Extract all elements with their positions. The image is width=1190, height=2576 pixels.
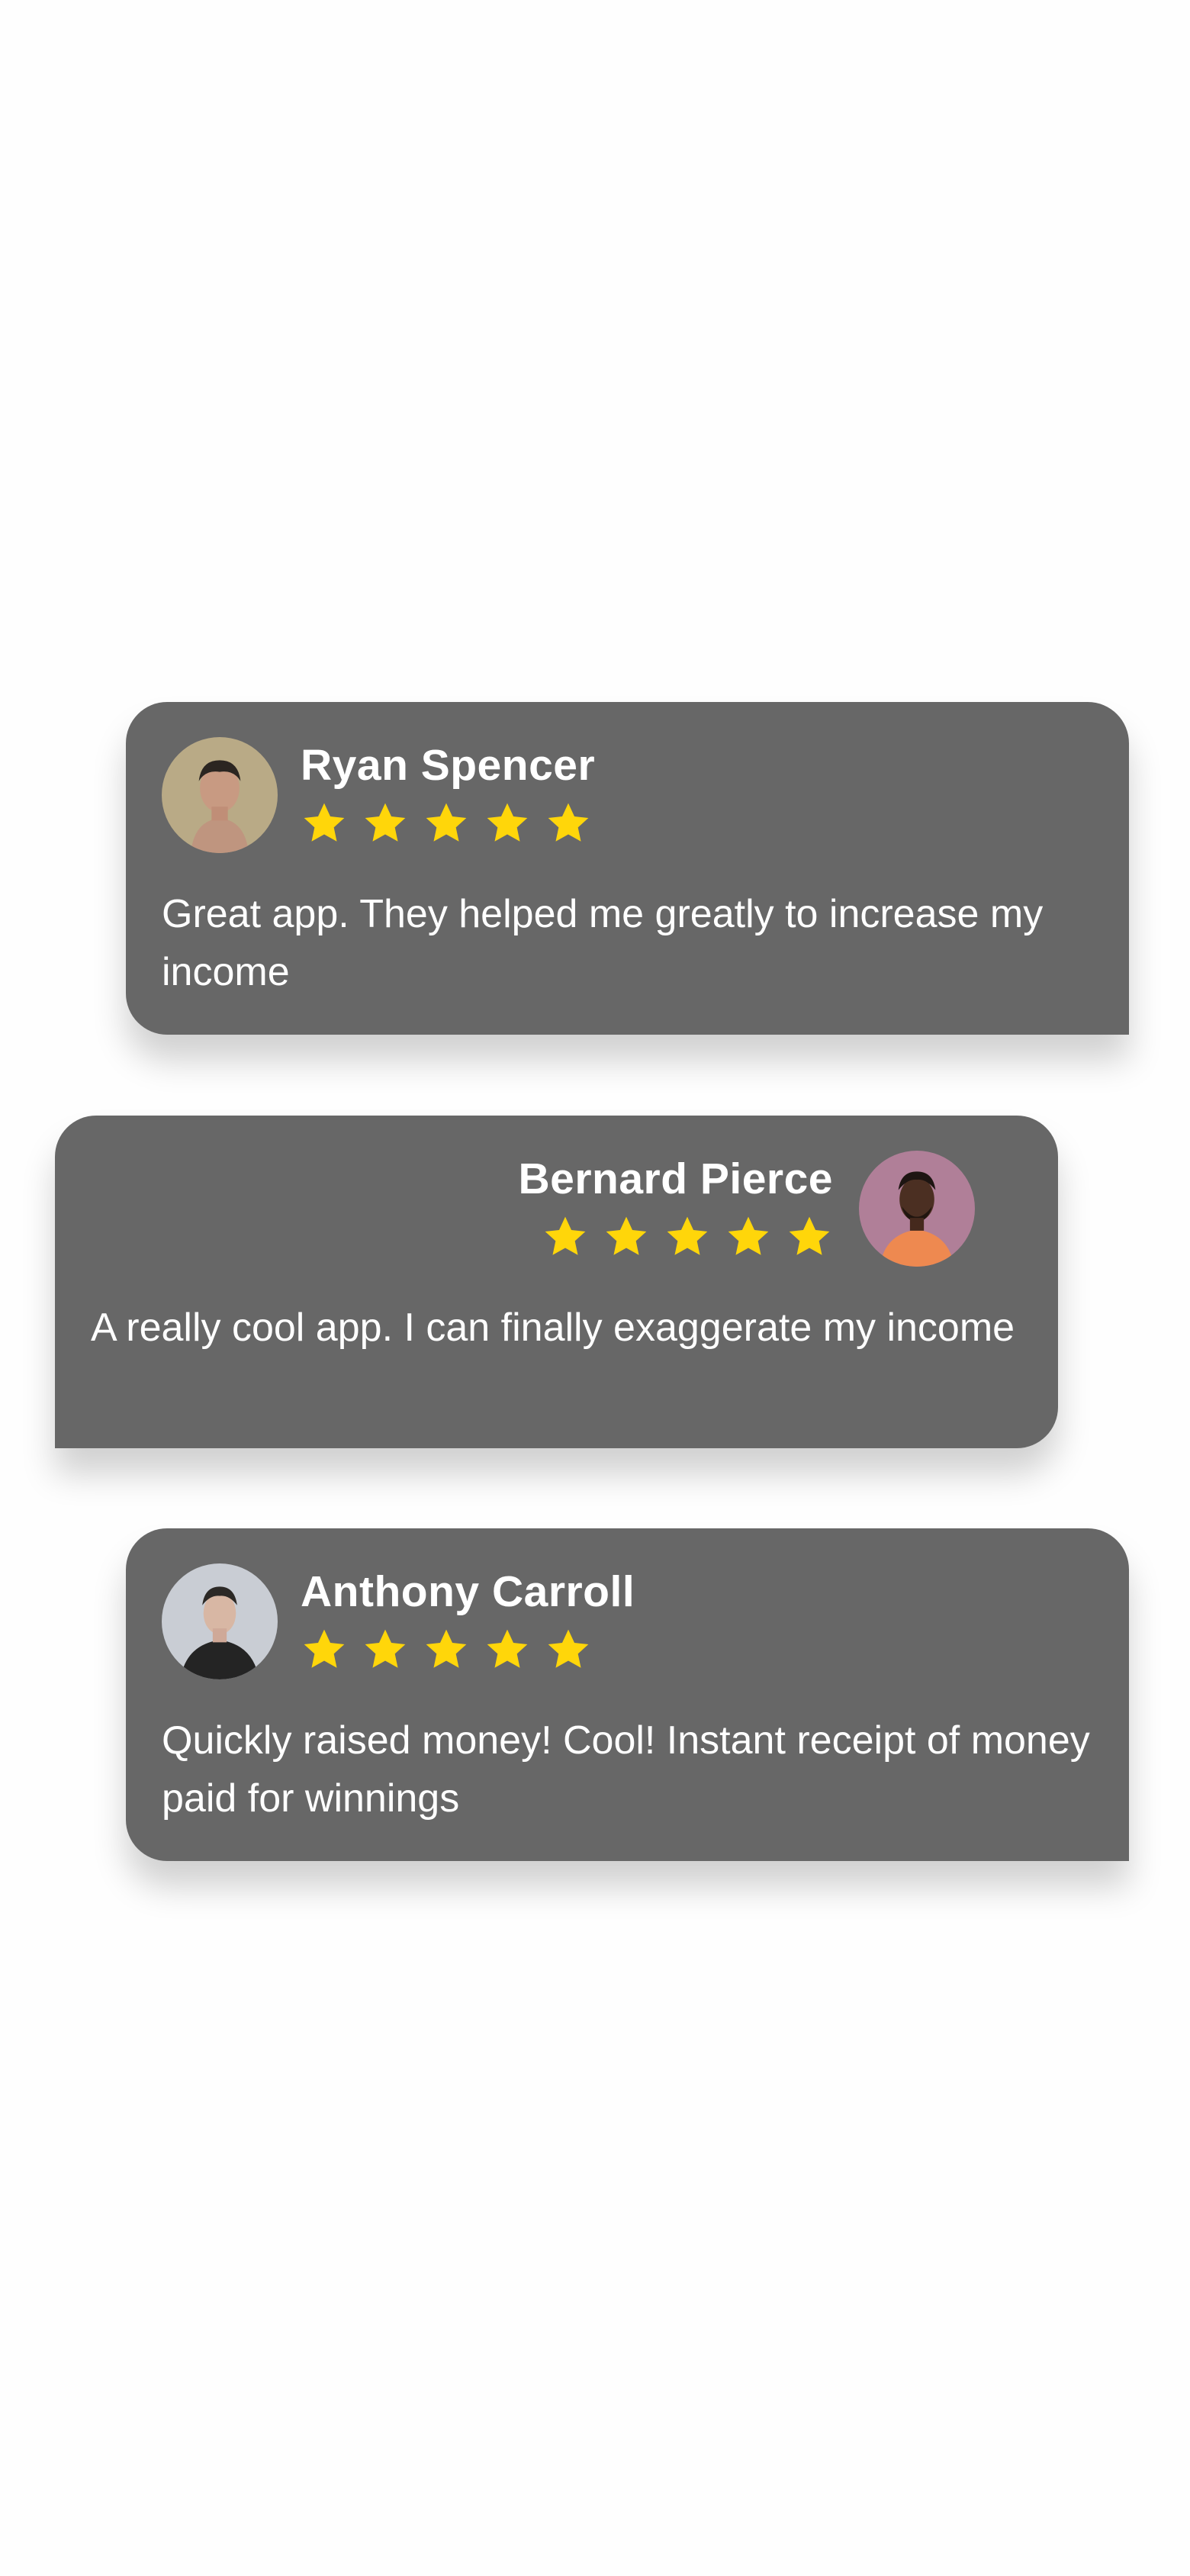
reviewer-name: Ryan Spencer	[301, 741, 596, 790]
review-text: Quickly raised money! Cool! Instant rece…	[162, 1718, 1090, 1821]
star-icon	[304, 803, 345, 842]
star-icon	[426, 803, 467, 842]
review-card: Ryan Spencer Great app. They helped me g…	[126, 702, 1129, 1035]
user-avatar-icon	[162, 1563, 278, 1679]
star-icon	[487, 1629, 528, 1668]
review-card: Bernard Pierce A really cool app. I can …	[55, 1116, 1058, 1448]
star-icon	[545, 1216, 586, 1255]
star-icon	[728, 1216, 769, 1255]
star-icon	[426, 1629, 467, 1668]
star-icon	[548, 803, 589, 842]
star-icon	[667, 1216, 708, 1255]
star-rating	[542, 1213, 833, 1261]
star-rating	[301, 1626, 592, 1673]
avatar	[859, 1151, 975, 1267]
reviewer-name: Anthony Carroll	[301, 1567, 635, 1616]
star-icon	[365, 1629, 406, 1668]
review-text: A really cool app. I can finally exagger…	[91, 1306, 1015, 1350]
star-rating	[301, 800, 592, 847]
star-icon	[304, 1629, 345, 1668]
star-icon	[606, 1216, 647, 1255]
star-icon	[365, 803, 406, 842]
avatar	[162, 737, 278, 853]
review-text: Great app. They helped me greatly to inc…	[162, 892, 1044, 994]
user-avatar-icon	[162, 737, 278, 853]
star-icon	[548, 1629, 589, 1668]
user-avatar-icon	[859, 1151, 975, 1267]
review-card: Anthony Carroll Quickly raised money! Co…	[126, 1528, 1129, 1861]
reviewer-name: Bernard Pierce	[518, 1154, 833, 1203]
star-icon	[487, 803, 528, 842]
star-icon	[789, 1216, 830, 1255]
avatar	[162, 1563, 278, 1679]
